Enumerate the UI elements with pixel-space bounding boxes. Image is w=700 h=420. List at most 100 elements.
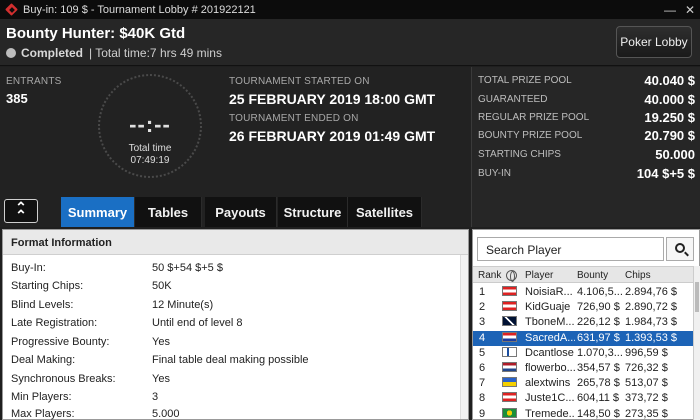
player-rank: 6: [479, 362, 486, 374]
player-row[interactable]: 5 Dcantlose 1.070,3... 996,59 $: [473, 346, 693, 361]
prize-label: REGULAR PRIZE POOL: [478, 111, 590, 123]
format-value: Yes: [152, 373, 170, 385]
country-flag-icon: [502, 392, 517, 403]
format-value: 12 Minute(s): [152, 299, 214, 311]
app-logo-icon: [5, 3, 19, 17]
search-player-input[interactable]: Search Player: [477, 237, 664, 261]
scrollbar-thumb[interactable]: [695, 282, 699, 312]
format-heading: Format Information: [3, 230, 468, 255]
format-key: Deal Making:: [11, 354, 76, 366]
country-flag-icon: [502, 362, 517, 372]
player-bounty: 726,90 $: [577, 301, 620, 314]
prize-row: BUY-IN 104 $+5 $: [478, 164, 695, 182]
player-row[interactable]: 7 alextwins 265,78 $ 513,07 $: [473, 376, 693, 391]
country-flag-icon: [502, 346, 517, 357]
status-text: Completed: [21, 46, 84, 60]
format-key: Blind Levels:: [11, 299, 74, 311]
player-row[interactable]: 3 TboneM... 226,12 $ 1.984,73 $: [473, 315, 693, 330]
collapse-button[interactable]: ⌃ ⌃: [4, 199, 38, 223]
prize-label: TOTAL PRIZE POOL: [478, 74, 572, 86]
player-rank: 4: [479, 331, 486, 344]
double-chevron-up-icon: ⌃ ⌃: [15, 199, 27, 223]
player-chips: 513,07 $: [625, 377, 668, 390]
prize-value: 20.790 $: [644, 127, 695, 143]
format-value: 50 $+54 $+5 $: [152, 262, 223, 274]
prize-row: STARTING CHIPS 50.000: [478, 145, 695, 163]
entrants-value: 385: [6, 91, 28, 106]
player-row[interactable]: 6 flowerbo... 354,57 $ 726,32 $: [473, 361, 693, 376]
search-button[interactable]: [666, 237, 694, 261]
started-value: 25 FEBRUARY 2019 18:00 GMT: [229, 91, 436, 107]
tournament-status: Completed | Total time:7 hrs 49 mins: [6, 46, 222, 60]
player-name: flowerbo...: [525, 362, 575, 374]
column-rank[interactable]: Rank: [478, 270, 501, 281]
tab-structure[interactable]: Structure: [278, 197, 348, 227]
poker-lobby-button[interactable]: Poker Lobby: [616, 26, 692, 58]
players-scrollbar[interactable]: [693, 266, 700, 420]
clock-label: Total time: [128, 143, 172, 154]
format-key: Synchronous Breaks:: [11, 373, 116, 385]
tournament-header: Bounty Hunter: $40K Gtd Completed | Tota…: [0, 19, 700, 66]
player-name: alextwins: [525, 377, 571, 390]
player-rank: 1: [479, 286, 486, 298]
tab-tables[interactable]: Tables: [135, 197, 202, 227]
player-chips: 2.890,72 $: [625, 301, 677, 314]
prize-value: 104 $+5 $: [636, 165, 695, 181]
player-rank: 3: [479, 316, 486, 329]
minimize-button[interactable]: —: [660, 0, 680, 19]
tab-bar: ⌃ ⌃ Summary Tables Payouts Structure Sate…: [0, 194, 471, 227]
format-key: Late Registration:: [11, 317, 98, 329]
tournament-lobby-window: Buy-in: 109 $ - Tournament Lobby # 20192…: [0, 0, 700, 420]
format-value: 5.000: [152, 408, 180, 420]
tab-summary[interactable]: Summary: [61, 197, 135, 227]
column-player[interactable]: Player: [525, 270, 553, 281]
window-title: Buy-in: 109 $ - Tournament Lobby # 20192…: [23, 3, 256, 16]
prize-row: GUARANTEED 40.000 $: [478, 90, 695, 108]
player-chips: 996,59 $: [625, 346, 668, 359]
country-flag-icon: [502, 407, 517, 418]
prize-label: BUY-IN: [478, 167, 511, 179]
format-information-panel: Format Information Buy-In: 50 $+54 $+5 $…: [2, 229, 469, 420]
player-row[interactable]: 9 Tremede... 148,50 $ 273,35 $: [473, 407, 693, 420]
player-row[interactable]: 8 Juste1C... 604,11 $ 373,72 $: [473, 391, 693, 406]
format-scrollbar[interactable]: [460, 255, 468, 419]
player-rank: 5: [479, 346, 486, 359]
player-name: TboneM...: [525, 316, 575, 329]
format-key: Progressive Bounty:: [11, 336, 110, 348]
player-name: NoisiaR...: [525, 286, 573, 298]
prize-value: 19.250 $: [644, 109, 695, 125]
player-rank: 9: [479, 407, 486, 420]
player-name: Juste1C...: [525, 392, 575, 405]
player-chips: 373,72 $: [625, 392, 668, 405]
player-name: KidGuaje: [525, 301, 571, 314]
prize-label: BOUNTY PRIZE POOL: [478, 129, 583, 141]
player-row[interactable]: 2 KidGuaje 726,90 $ 2.890,72 $: [473, 300, 693, 315]
format-key: Max Players:: [11, 408, 75, 420]
player-name: SacredA...: [525, 331, 575, 344]
tab-payouts[interactable]: Payouts: [205, 197, 277, 227]
ended-label: TOURNAMENT ENDED ON: [229, 113, 359, 124]
prize-pool-panel: TOTAL PRIZE POOL 40.040 $ GUARANTEED 40.…: [471, 67, 700, 227]
column-bounty[interactable]: Bounty: [577, 270, 608, 281]
title-bar: Buy-in: 109 $ - Tournament Lobby # 20192…: [0, 0, 700, 19]
player-name: Dcantlose: [525, 346, 574, 359]
tab-satellites[interactable]: Satellites: [348, 197, 422, 227]
player-bounty: 265,78 $: [577, 377, 620, 390]
format-key: Min Players:: [11, 391, 72, 403]
format-value: Until end of level 8: [152, 317, 243, 329]
player-row[interactable]: 1 NoisiaR... 4.106,5... 2.894,76 $: [473, 285, 693, 300]
close-button[interactable]: ✕: [680, 0, 700, 19]
clock-value: 07:49:19: [130, 155, 170, 166]
tournament-name: Bounty Hunter: $40K Gtd: [6, 25, 186, 42]
entrants-label: ENTRANTS: [6, 76, 62, 87]
player-bounty: 1.070,3...: [577, 346, 623, 359]
player-row[interactable]: 4 SacredA... 631,97 $ 1.393,53 $: [473, 330, 693, 346]
column-chips[interactable]: Chips: [625, 270, 651, 281]
globe-icon[interactable]: [506, 270, 517, 282]
prize-value: 50.000: [655, 146, 695, 162]
format-value: Yes: [152, 336, 170, 348]
player-bounty: 226,12 $: [577, 316, 620, 329]
player-bounty: 4.106,5...: [577, 286, 623, 298]
clock-digits: --:--: [129, 112, 171, 137]
country-flag-icon: [502, 301, 517, 312]
